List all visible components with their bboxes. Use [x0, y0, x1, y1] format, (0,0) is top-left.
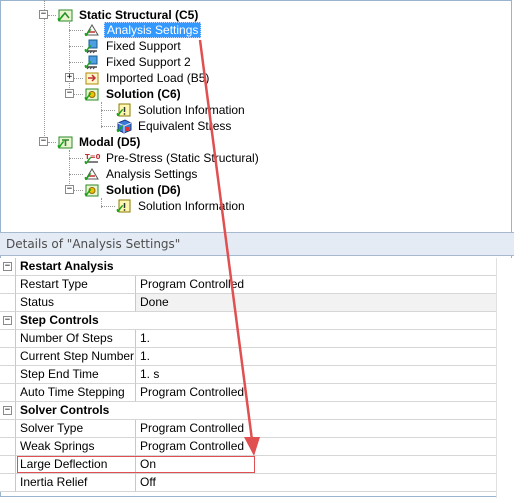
annotation-arrow [198, 39, 260, 456]
arrow-head [244, 437, 260, 456]
arrow-line [198, 39, 254, 441]
